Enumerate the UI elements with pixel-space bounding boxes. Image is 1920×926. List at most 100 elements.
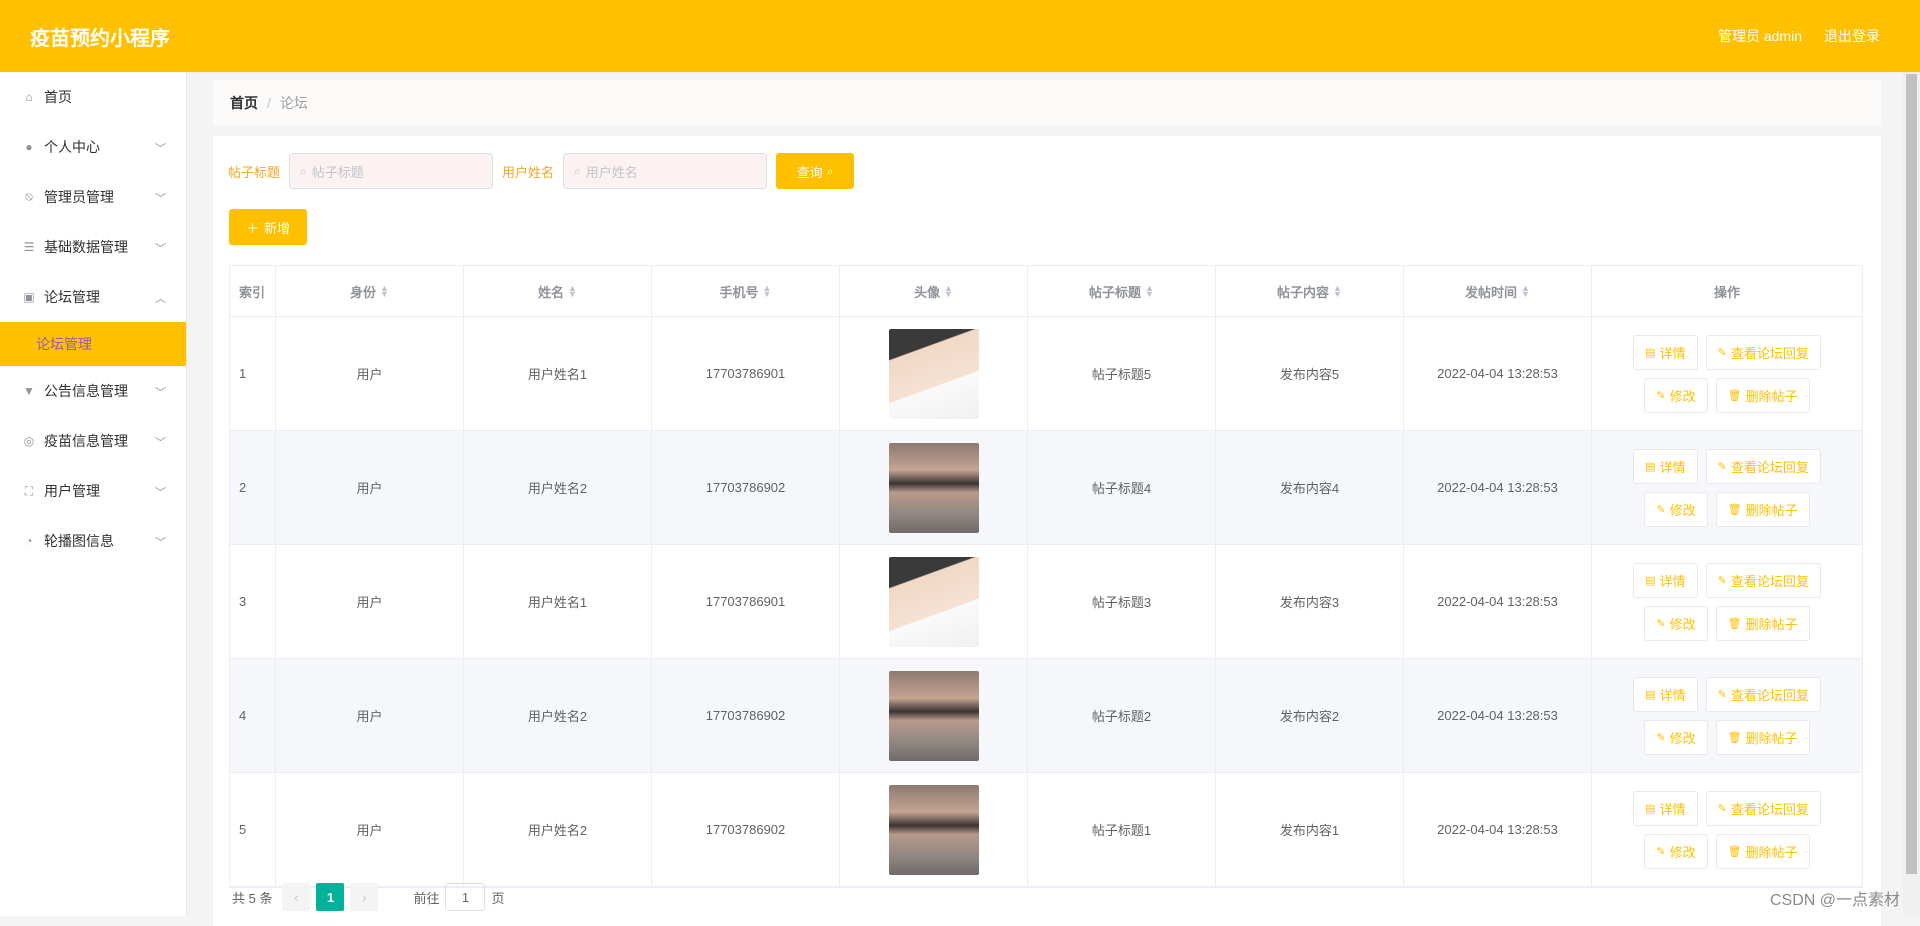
cone-icon: ▼ [22, 384, 36, 398]
view-replies-button[interactable]: ✎查看论坛回复 [1706, 563, 1821, 598]
scrollbar-thumb[interactable] [1906, 74, 1917, 874]
cell-post-title: 帖子标题2 [1028, 659, 1216, 772]
header-index: 索引 [230, 266, 276, 316]
view-replies-button[interactable]: ✎查看论坛回复 [1706, 791, 1821, 826]
edit-label: 修改 [1670, 500, 1696, 519]
table-row: 3用户用户姓名117703786901帖子标题3发布内容32022-04-04 … [230, 545, 1862, 659]
delete-label: 删除帖子 [1746, 728, 1798, 747]
sort-icon[interactable]: ▲▼ [1145, 285, 1154, 297]
detail-button[interactable]: ▤详情 [1633, 449, 1697, 484]
edit-icon: ✎ [1718, 688, 1727, 701]
sort-icon[interactable]: ▲▼ [944, 285, 953, 297]
cell-phone: 17703786902 [652, 659, 840, 772]
edit-button[interactable]: ✎修改 [1644, 492, 1707, 527]
next-page-button[interactable]: › [350, 883, 378, 911]
sidebar-item-admin[interactable]: ⍉ 管理员管理 ﹀ [0, 172, 186, 222]
compass-icon: ◎ [22, 434, 36, 448]
fullscreen-icon: ⛶ [22, 484, 36, 498]
cell-phone: 17703786902 [652, 431, 840, 544]
sidebar-item-basic-data[interactable]: ☰ 基础数据管理 ﹀ [0, 222, 186, 272]
delete-post-button[interactable]: 🗑删除帖子 [1716, 492, 1810, 527]
view-replies-label: 查看论坛回复 [1731, 685, 1809, 704]
sidebar-item-label: 基础数据管理 [44, 237, 128, 257]
forum-table: 索引 身份▲▼ 姓名▲▼ 手机号▲▼ 头像▲▼ 帖子标题▲▼ 帖子内容▲▼ 发帖… [229, 265, 1863, 888]
document-icon: ▤ [1645, 688, 1655, 701]
delete-post-button[interactable]: 🗑删除帖子 [1716, 834, 1810, 869]
edit-icon: ✎ [1718, 802, 1727, 815]
sort-icon[interactable]: ▲▼ [1521, 285, 1530, 297]
chevron-up-icon: ︿ [155, 290, 166, 306]
logout-link[interactable]: 退出登录 [1824, 26, 1880, 46]
detail-button[interactable]: ▤详情 [1633, 563, 1697, 598]
sidebar-item-forum[interactable]: ▣ 论坛管理 ︿ [0, 272, 186, 322]
edit-button[interactable]: ✎修改 [1644, 834, 1707, 869]
query-button[interactable]: 查询 ⌕ [776, 153, 854, 189]
edit-button[interactable]: ✎修改 [1644, 606, 1707, 641]
header-label: 发帖时间 [1465, 282, 1517, 301]
sidebar-item-vaccine[interactable]: ◎ 疫苗信息管理 ﹀ [0, 416, 186, 466]
detail-button[interactable]: ▤详情 [1633, 677, 1697, 712]
cell-name: 用户姓名1 [464, 545, 652, 658]
add-label: 新增 [264, 218, 290, 237]
header-post-content[interactable]: 帖子内容▲▼ [1216, 266, 1404, 316]
edit-label: 修改 [1670, 386, 1696, 405]
clipboard-icon: ▣ [22, 290, 36, 304]
user-search-input[interactable]: ⌕ 用户姓名 [563, 153, 767, 189]
sort-icon[interactable]: ▲▼ [1333, 285, 1342, 297]
detail-button[interactable]: ▤详情 [1633, 335, 1697, 370]
header-post-title[interactable]: 帖子标题▲▼ [1028, 266, 1216, 316]
trash-icon: 🗑 [1728, 731, 1742, 744]
cell-avatar [840, 773, 1028, 886]
app-title: 疫苗预约小程序 [30, 22, 170, 51]
sidebar-item-home[interactable]: ⌂ 首页 [0, 72, 186, 122]
sidebar-item-profile[interactable]: ● 个人中心 ﹀ [0, 122, 186, 172]
delete-post-button[interactable]: 🗑 删除帖子 [1716, 720, 1810, 755]
sort-icon[interactable]: ▲▼ [380, 285, 389, 297]
sort-icon[interactable]: ▲▼ [763, 285, 772, 297]
cell-post-content: 发布内容4 [1216, 431, 1404, 544]
title-search-input[interactable]: ⌕ 帖子标题 [289, 153, 493, 189]
chevron-down-icon: ﹀ [155, 484, 166, 500]
breadcrumb-current: 论坛 [280, 93, 308, 113]
view-replies-button[interactable]: ✎查看论坛回复 [1706, 335, 1821, 370]
plus-icon: ＋ [246, 218, 259, 237]
prev-page-button[interactable]: ‹ [282, 883, 310, 911]
delete-post-button[interactable]: 🗑删除帖子 [1716, 378, 1810, 413]
table-row: 4用户用户姓名217703786902帖子标题2发布内容22022-04-04 … [230, 659, 1862, 773]
user-search-placeholder: 用户姓名 [586, 162, 638, 181]
cell-role: 用户 [276, 659, 464, 772]
sidebar-item-notice[interactable]: ▼ 公告信息管理 ﹀ [0, 366, 186, 416]
delete-post-button[interactable]: 🗑删除帖子 [1716, 606, 1810, 641]
cell-post-time: 2022-04-04 13:28:53 [1404, 773, 1592, 886]
edit-button[interactable]: ✎修改 [1644, 378, 1707, 413]
sidebar-item-label: 用户管理 [44, 481, 100, 501]
detail-button[interactable]: ▤详情 [1633, 791, 1697, 826]
header-post-time[interactable]: 发帖时间 ▲▼ [1404, 266, 1592, 316]
sidebar-item-carousel[interactable]: ◔ 轮播图信息 ﹀ [0, 516, 186, 566]
edit-button[interactable]: ✎修改 [1644, 720, 1707, 755]
avatar [889, 329, 979, 419]
sidebar-item-label: 疫苗信息管理 [44, 431, 128, 451]
admin-label[interactable]: 管理员 admin [1718, 26, 1802, 46]
add-button[interactable]: ＋ 新增 [229, 209, 307, 245]
breadcrumb-home[interactable]: 首页 [230, 93, 258, 113]
sort-icon[interactable]: ▲▼ [568, 285, 577, 297]
view-replies-button[interactable]: ✎ 查看论坛回复 [1706, 677, 1821, 712]
main-content: 首页 / 论坛 帖子标题 ⌕ 帖子标题 用户姓名 ⌕ 用户姓名 查询 ⌕ ＋ 新… [213, 80, 1881, 126]
sidebar-subitem-forum[interactable]: 论坛管理 [0, 322, 186, 366]
sidebar-item-users[interactable]: ⛶ 用户管理 ﹀ [0, 466, 186, 516]
cell-name: 用户姓名1 [464, 317, 652, 430]
cell-post-title: 帖子标题5 [1028, 317, 1216, 430]
header-name[interactable]: 姓名▲▼ [464, 266, 652, 316]
header-avatar[interactable]: 头像▲▼ [840, 266, 1028, 316]
current-page-button[interactable]: 1 [316, 883, 344, 911]
sidebar-item-label: 个人中心 [44, 137, 100, 157]
edit-icon: ✎ [1656, 731, 1665, 744]
header-phone[interactable]: 手机号▲▼ [652, 266, 840, 316]
pager-total: 共 5 条 [232, 888, 272, 907]
header-role[interactable]: 身份▲▼ [276, 266, 464, 316]
page-jump-input[interactable]: 1 [445, 883, 485, 911]
view-replies-button[interactable]: ✎查看论坛回复 [1706, 449, 1821, 484]
header-label: 操作 [1714, 282, 1740, 301]
sidebar-item-label: 首页 [44, 87, 72, 107]
